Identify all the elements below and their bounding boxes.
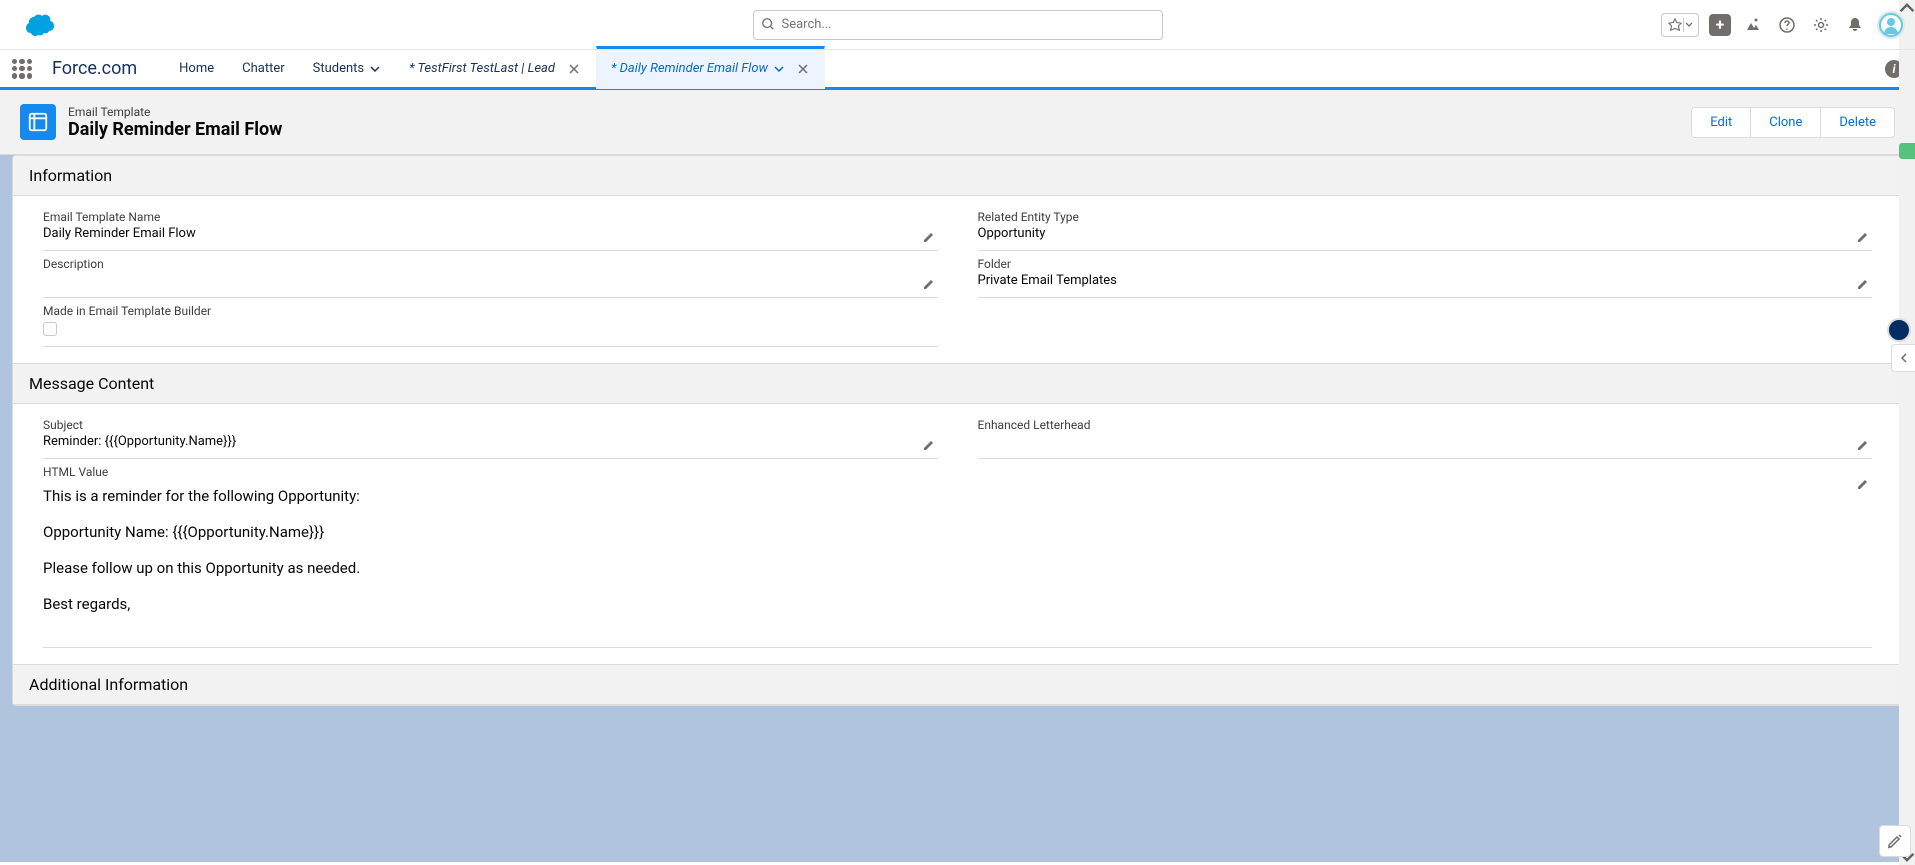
settings-gear-icon[interactable] xyxy=(1809,13,1833,37)
close-icon[interactable] xyxy=(796,62,810,76)
chevron-down-icon[interactable] xyxy=(774,64,784,74)
app-launcher-icon[interactable] xyxy=(12,59,32,79)
help-icon[interactable] xyxy=(1775,13,1799,37)
navigation-bar: Force.com Home Chatter Students * TestFi… xyxy=(0,50,1915,90)
global-header: + xyxy=(0,0,1915,50)
caret-down-icon xyxy=(1685,21,1693,29)
global-add-button[interactable]: + xyxy=(1709,14,1731,36)
star-icon xyxy=(1668,18,1682,32)
pencil-icon[interactable] xyxy=(922,230,936,244)
field-folder: Folder Private Email Templates xyxy=(978,251,1873,298)
nav-chatter[interactable]: Chatter xyxy=(228,49,299,89)
pencil-icon[interactable] xyxy=(1856,230,1870,244)
field-made-in-builder: Made in Email Template Builder xyxy=(43,298,938,347)
expand-panel-icon[interactable] xyxy=(1891,344,1915,372)
notifications-bell-icon[interactable] xyxy=(1843,13,1867,37)
section-information: Information xyxy=(13,156,1902,196)
email-template-icon xyxy=(20,104,56,140)
trailhead-icon[interactable] xyxy=(1741,13,1765,37)
section-message-content: Message Content xyxy=(13,363,1902,404)
field-subject: Subject Reminder: {{{Opportunity.Name}}} xyxy=(43,412,938,459)
field-html-value: HTML Value This is a reminder for the fo… xyxy=(43,459,1872,648)
clone-button[interactable]: Clone xyxy=(1750,108,1820,137)
record-type-label: Email Template xyxy=(68,105,282,119)
field-enhanced-letterhead: Enhanced Letterhead xyxy=(978,412,1873,459)
checkbox-unchecked xyxy=(43,322,57,336)
nav-students[interactable]: Students xyxy=(299,49,395,89)
pencil-icon[interactable] xyxy=(1856,477,1870,491)
record-name: Daily Reminder Email Flow xyxy=(68,119,282,140)
field-related-entity: Related Entity Type Opportunity xyxy=(978,204,1873,251)
favorites-button[interactable] xyxy=(1661,13,1699,37)
pencil-icon[interactable] xyxy=(922,277,936,291)
tab-lead[interactable]: * TestFirst TestLast | Lead xyxy=(394,49,596,89)
pencil-icon[interactable] xyxy=(1856,438,1870,452)
scrollbar[interactable] xyxy=(1899,0,1915,865)
chevron-down-icon xyxy=(370,64,380,74)
html-value-body: This is a reminder for the following Opp… xyxy=(43,481,1872,641)
quick-edit-icon[interactable] xyxy=(1879,825,1911,857)
record-actions: Edit Clone Delete xyxy=(1691,107,1895,138)
delete-button[interactable]: Delete xyxy=(1820,108,1894,137)
record-header: Email Template Daily Reminder Email Flow… xyxy=(0,90,1915,155)
search-icon xyxy=(761,17,775,31)
tab-email-template[interactable]: * Daily Reminder Email Flow xyxy=(596,46,825,89)
edit-button[interactable]: Edit xyxy=(1692,108,1750,137)
record-body: Information Email Template Name Daily Re… xyxy=(0,155,1915,862)
field-description: Description xyxy=(43,251,938,298)
global-search xyxy=(753,10,1163,40)
app-name: Force.com xyxy=(52,58,137,79)
salesforce-logo-icon[interactable] xyxy=(18,11,58,39)
pencil-icon[interactable] xyxy=(1856,277,1870,291)
close-icon[interactable] xyxy=(567,62,581,76)
assistant-bubble-icon[interactable] xyxy=(1887,318,1911,342)
nav-home[interactable]: Home xyxy=(165,49,228,89)
user-avatar[interactable] xyxy=(1877,11,1905,39)
section-additional-info: Additional Information xyxy=(13,664,1902,705)
side-panel-toggle[interactable] xyxy=(1899,143,1915,159)
search-input[interactable] xyxy=(753,10,1163,40)
field-template-name: Email Template Name Daily Reminder Email… xyxy=(43,204,938,251)
pencil-icon[interactable] xyxy=(922,438,936,452)
